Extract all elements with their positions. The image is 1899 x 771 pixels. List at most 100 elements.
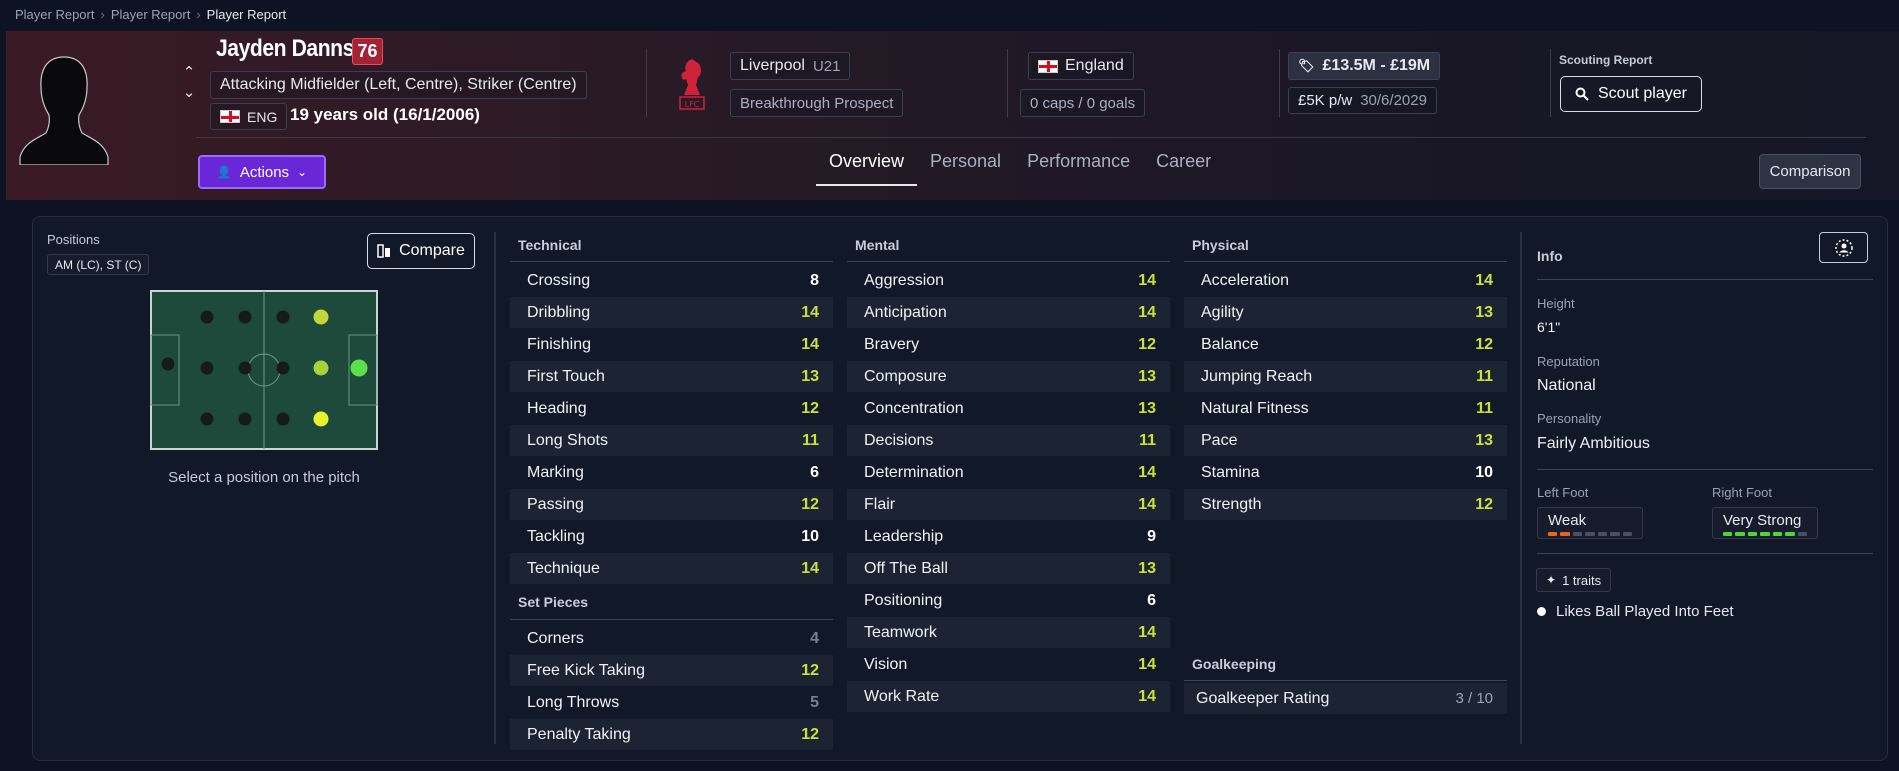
attribute-row[interactable]: Composure 13 — [847, 361, 1170, 392]
attribute-row[interactable]: Concentration 13 — [847, 393, 1170, 424]
tab-overview[interactable]: Overview — [816, 151, 918, 186]
attribute-row[interactable]: Work Rate 14 — [847, 681, 1170, 712]
attribute-value: 10 — [801, 527, 819, 545]
attribute-row[interactable]: Agility 13 — [1184, 297, 1507, 328]
player-header: ⌃ ⌄ Jayden Danns 76 Attacking Midfielder… — [6, 31, 1899, 200]
attribute-name: Free Kick Taking — [527, 661, 645, 679]
attribute-row[interactable]: Corners 4 — [510, 623, 833, 654]
attribute-row[interactable]: Flair 14 — [847, 489, 1170, 520]
svg-text:LFC: LFC — [685, 100, 700, 109]
attribute-row[interactable]: Marking 6 — [510, 457, 833, 488]
attribute-row[interactable]: Teamwork 14 — [847, 617, 1170, 648]
compare-icon — [377, 244, 391, 258]
attribute-row[interactable]: First Touch 13 — [510, 361, 833, 392]
attribute-row[interactable]: Leadership 9 — [847, 521, 1170, 552]
attribute-row[interactable]: Stamina 10 — [1184, 457, 1507, 488]
pitch-position-st[interactable] — [350, 359, 368, 377]
positions-chip: AM (LC), ST (C) — [47, 254, 150, 275]
attribute-row[interactable]: Penalty Taking 12 — [510, 719, 833, 750]
attribute-row[interactable]: Finishing 14 — [510, 329, 833, 360]
attribute-name: Passing — [527, 495, 584, 513]
value-chip: 🏷 £13.5M - £19M — [1288, 52, 1441, 80]
pitch-position-amc[interactable] — [313, 360, 329, 376]
pitch-position-amr[interactable] — [313, 411, 329, 427]
attribute-value: 13 — [1475, 303, 1493, 321]
player-profile-button[interactable] — [1819, 232, 1868, 263]
attribute-value: 12 — [801, 495, 819, 513]
attribute-value: 12 — [801, 399, 819, 417]
club-status-chip: Breakthrough Prospect — [730, 89, 904, 117]
attribute-row[interactable]: Long Throws 5 — [510, 687, 833, 718]
nationality-code: ENG — [247, 108, 278, 125]
actions-button[interactable]: 👤 Actions ⌄ — [198, 155, 326, 189]
attribute-row[interactable]: Decisions 11 — [847, 425, 1170, 456]
sparkle-icon: ✦ — [1546, 573, 1557, 587]
divider — [1550, 49, 1551, 117]
divider — [1279, 49, 1280, 117]
bullet-icon — [1537, 607, 1546, 616]
tab-performance[interactable]: Performance — [1014, 151, 1143, 186]
attribute-name: Aggression — [864, 271, 945, 289]
tab-career[interactable]: Career — [1143, 151, 1224, 186]
player-name: Jayden Danns — [216, 35, 354, 62]
attribute-name: Technique — [527, 559, 600, 577]
left-foot-rating: Weak — [1537, 507, 1643, 539]
scout-player-button[interactable]: Scout player — [1560, 76, 1702, 112]
nation-chip[interactable]: England — [1028, 52, 1134, 80]
attribute-row[interactable]: Off The Ball 13 — [847, 553, 1170, 584]
attribute-row[interactable]: Acceleration 14 — [1184, 265, 1507, 296]
attribute-row[interactable]: Determination 14 — [847, 457, 1170, 488]
section-line — [1537, 553, 1873, 554]
attribute-row[interactable]: Aggression 14 — [847, 265, 1170, 296]
attribute-row[interactable]: Technique 14 — [510, 553, 833, 584]
attribute-row[interactable]: Anticipation 14 — [847, 297, 1170, 328]
height-label: Height — [1537, 296, 1575, 311]
breadcrumb: Player Report › Player Report › Player R… — [15, 7, 286, 22]
pitch-position-aml[interactable] — [313, 309, 329, 325]
compare-button[interactable]: Compare — [367, 233, 475, 269]
attribute-row[interactable]: Balance 12 — [1184, 329, 1507, 360]
attribute-name: Balance — [1201, 335, 1259, 353]
traits-chip[interactable]: ✦ 1 traits — [1536, 568, 1612, 592]
attribute-row[interactable]: Strength 12 — [1184, 489, 1507, 520]
previous-player-button[interactable]: ⌃ — [178, 63, 200, 81]
attribute-row[interactable]: Tackling 10 — [510, 521, 833, 552]
attribute-row[interactable]: Jumping Reach 11 — [1184, 361, 1507, 392]
attribute-name: Stamina — [1201, 463, 1260, 481]
right-foot-value: Very Strong — [1723, 512, 1802, 529]
foot-bar-segment — [1597, 532, 1608, 536]
attribute-row[interactable]: Heading 12 — [510, 393, 833, 424]
reputation-value: National — [1537, 377, 1596, 394]
traits-count: 1 traits — [1562, 572, 1602, 588]
attribute-row[interactable]: Free Kick Taking 12 — [510, 655, 833, 686]
attribute-name: Tackling — [527, 527, 585, 545]
attribute-value: 14 — [801, 559, 819, 577]
player-age: 19 years old (16/1/2006) — [290, 105, 480, 124]
attribute-value: 11 — [802, 431, 819, 449]
attribute-name: Strength — [1201, 495, 1262, 513]
next-player-button[interactable]: ⌄ — [178, 83, 200, 101]
foot-bar-segment — [1585, 532, 1595, 536]
club-chip[interactable]: Liverpool U21 — [730, 52, 851, 80]
position-pitch[interactable] — [150, 290, 378, 450]
attribute-row[interactable]: Pace 13 — [1184, 425, 1507, 456]
attribute-row[interactable]: Vision 14 — [847, 649, 1170, 680]
nationality-chip[interactable]: ENG — [210, 103, 288, 130]
attribute-row[interactable]: Dribbling 14 — [510, 297, 833, 328]
comparison-button[interactable]: Comparison — [1759, 154, 1861, 189]
attribute-row[interactable]: Natural Fitness 11 — [1184, 393, 1507, 424]
pitch-caption: Select a position on the pitch — [168, 469, 360, 486]
attribute-row[interactable]: Long Shots 11 — [510, 425, 833, 456]
attribute-row[interactable]: Bravery 12 — [847, 329, 1170, 360]
attribute-value: 12 — [801, 661, 819, 679]
scouting-report-label: Scouting Report — [1559, 53, 1653, 67]
breadcrumb-item[interactable]: Player Report — [111, 7, 190, 22]
attribute-row[interactable]: Crossing 8 — [510, 265, 833, 296]
foot-bar-segment — [1572, 532, 1583, 536]
attribute-name: Finishing — [527, 335, 592, 353]
tab-personal[interactable]: Personal — [917, 151, 1014, 186]
attribute-row[interactable]: Passing 12 — [510, 489, 833, 520]
breadcrumb-item[interactable]: Player Report — [15, 7, 94, 22]
attribute-value: 14 — [801, 303, 819, 321]
attribute-row[interactable]: Positioning 6 — [847, 585, 1170, 616]
